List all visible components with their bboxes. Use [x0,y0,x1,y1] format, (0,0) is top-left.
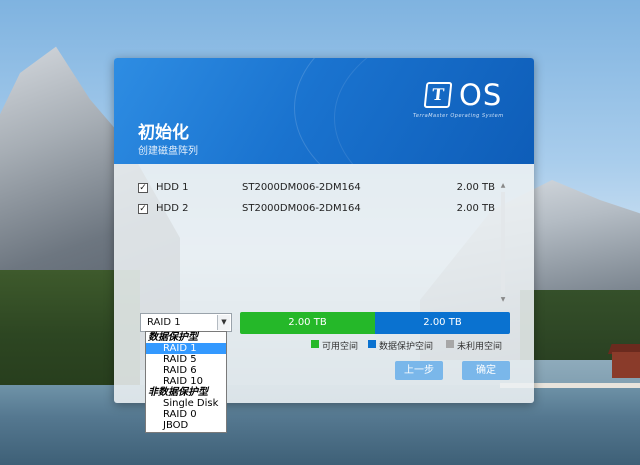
disk-size: 2.00 TB [456,182,495,193]
dropdown-option[interactable]: RAID 10 [146,376,226,387]
tos-logo: T OS TerraMaster Operating System [413,78,517,119]
unused-swatch [446,340,454,348]
available-space-segment: 2.00 TB [240,312,375,334]
dropdown-group-label: 数据保护型 [148,332,198,343]
disk-checkbox[interactable]: ✓ [138,204,148,214]
disk-model: ST2000DM006-2DM164 [242,203,361,214]
dropdown-option[interactable]: Single Disk [146,398,226,409]
back-button[interactable]: 上一步 [395,361,443,380]
scroll-up-icon[interactable]: ▲ [499,182,507,190]
protection-swatch [368,340,376,348]
legend-label: 可用空间 [322,342,359,352]
disk-list-scrollbar[interactable]: ▲ ▼ [499,182,507,304]
scroll-down-icon[interactable]: ▼ [499,296,507,304]
dialog-header: 初始化 创建磁盘阵列 T OS TerraMaster Operating Sy… [114,58,534,164]
protection-space-segment: 2.00 TB [375,312,510,334]
legend-label: 未利用空间 [457,342,503,352]
available-swatch [311,340,319,348]
disk-list: ✓ HDD 1 ST2000DM006-2DM164 2.00 TB ✓ HDD… [132,176,512,306]
cabin [612,352,640,378]
dialog-subtitle: 创建磁盘阵列 [138,146,198,157]
dropdown-option[interactable]: RAID 1 [146,343,226,354]
dropdown-option[interactable]: JBOD [146,420,226,431]
chevron-down-icon[interactable]: ▼ [217,315,230,330]
logo-mark: T [423,82,453,108]
disk-model: ST2000DM006-2DM164 [242,182,361,193]
confirm-button[interactable]: 确定 [462,361,510,380]
dialog-title: 初始化 [138,123,189,143]
scroll-track[interactable] [501,192,505,294]
disk-name: HDD 2 [156,203,189,214]
capacity-bar: 2.00 TB 2.00 TB [240,312,510,334]
dropdown-option[interactable]: RAID 0 [146,409,226,420]
logo-tagline: TerraMaster Operating System [413,113,504,119]
raid-type-select[interactable]: RAID 1 ▼ [140,313,232,332]
dropdown-group-label: 非数据保护型 [148,387,208,398]
disk-checkbox[interactable]: ✓ [138,183,148,193]
raid-type-dropdown[interactable]: 数据保护型 RAID 1 RAID 5 RAID 6 RAID 10 非数据保护… [145,331,227,433]
disk-row[interactable]: ✓ HDD 1 ST2000DM006-2DM164 2.00 TB [132,180,502,198]
disk-size: 2.00 TB [456,203,495,214]
raid-type-value: RAID 1 [147,317,181,328]
disk-name: HDD 1 [156,182,189,193]
dropdown-option[interactable]: RAID 5 [146,354,226,365]
legend-label: 数据保护空间 [379,342,434,352]
disk-row[interactable]: ✓ HDD 2 ST2000DM006-2DM164 2.00 TB [132,201,502,219]
logo-text: OS [459,78,503,112]
dropdown-option[interactable]: RAID 6 [146,365,226,376]
